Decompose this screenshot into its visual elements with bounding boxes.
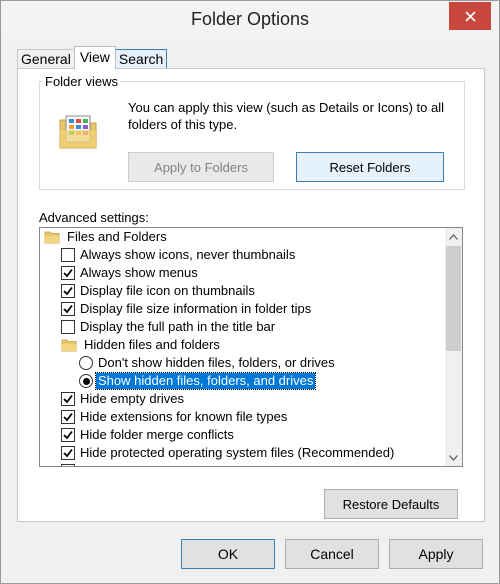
view-tab-panel: Folder views You can apply this view (su… — [17, 68, 485, 522]
vertical-scrollbar[interactable] — [445, 228, 462, 466]
checkbox[interactable] — [61, 428, 75, 442]
folder-icon — [44, 231, 60, 244]
tree-folder-item: Files and Folders — [44, 228, 169, 246]
ok-button[interactable]: OK — [181, 539, 275, 569]
checkbox[interactable] — [61, 410, 75, 424]
radio-button[interactable] — [79, 374, 93, 388]
checkbox[interactable] — [61, 446, 75, 460]
checkbox[interactable] — [61, 392, 75, 406]
tree-item-label: Hide empty drives — [80, 391, 185, 406]
tab-general[interactable]: General — [17, 49, 75, 69]
check-icon — [63, 448, 73, 458]
advanced-settings-list[interactable]: Files and Folders Always show icons, neve… — [39, 227, 463, 467]
tree-checkbox-item[interactable]: Display the full path in the title bar — [61, 318, 277, 336]
folder-views-description: You can apply this view (such as Details… — [128, 100, 445, 132]
tree-radio-item[interactable]: Show hidden files, folders, and drives — [79, 372, 317, 390]
tree-item-label: Always show icons, never thumbnails — [80, 247, 296, 262]
tree-item-label: Hide extensions for known file types — [80, 409, 288, 424]
checkbox[interactable] — [61, 320, 75, 334]
check-icon — [63, 412, 73, 422]
tree-checkbox-item[interactable]: Display file size information in folder … — [61, 300, 313, 318]
tree-item-label: Hidden files and folders — [84, 337, 220, 352]
tree-checkbox-item[interactable]: Display file icon on thumbnails — [61, 282, 257, 300]
tree-item-label: Don't show hidden files, folders, or dri… — [98, 355, 335, 370]
check-icon — [63, 430, 73, 440]
folder-views-group: Folder views You can apply this view (su… — [39, 74, 465, 190]
folder-views-legend: Folder views — [43, 74, 120, 89]
folder-icon — [61, 339, 77, 352]
radio-dot-icon — [82, 377, 90, 385]
folder-views-icon — [59, 115, 97, 149]
checkbox[interactable] — [61, 266, 75, 280]
tree-item-label: Show hidden files, folders, and drives — [94, 372, 317, 390]
apply-to-folders-button[interactable]: Apply to Folders — [128, 152, 274, 182]
tree-checkbox-item[interactable] — [61, 462, 82, 466]
check-icon — [63, 394, 73, 404]
checkbox[interactable] — [61, 248, 75, 262]
close-button[interactable] — [449, 2, 491, 30]
chevron-up-icon — [449, 233, 458, 240]
tree-item-label: Hide protected operating system files (R… — [80, 445, 395, 460]
check-icon — [63, 268, 73, 278]
tab-view[interactable]: View — [73, 46, 116, 69]
tree-item-label: Display the full path in the title bar — [80, 319, 276, 334]
tab-strip: General View Search — [17, 46, 168, 69]
tree-item-label: Display file size information in folder … — [80, 301, 312, 316]
tree-checkbox-item[interactable]: Hide empty drives — [61, 390, 186, 408]
tab-search[interactable]: Search — [114, 49, 168, 69]
check-icon — [63, 286, 73, 296]
chevron-down-icon — [449, 454, 458, 461]
apply-button[interactable]: Apply — [389, 539, 483, 569]
tree-item-label: Always show menus — [80, 265, 198, 280]
scrollbar-thumb[interactable] — [446, 246, 461, 351]
tree-checkbox-item[interactable]: Hide extensions for known file types — [61, 408, 289, 426]
tree-checkbox-item[interactable]: Always show icons, never thumbnails — [61, 246, 297, 264]
tree-checkbox-item[interactable]: Always show menus — [61, 264, 200, 282]
window-title: Folder Options — [190, 9, 310, 29]
check-icon — [63, 304, 73, 314]
tree-item-label: Hide folder merge conflicts — [80, 427, 234, 442]
cancel-button[interactable]: Cancel — [285, 539, 379, 569]
tree-checkbox-item[interactable]: Hide folder merge conflicts — [61, 426, 236, 444]
reset-folders-button[interactable]: Reset Folders — [296, 152, 444, 182]
advanced-settings-label: Advanced settings: — [39, 210, 149, 225]
checkbox[interactable] — [61, 284, 75, 298]
tree-radio-item[interactable]: Don't show hidden files, folders, or dri… — [79, 354, 337, 372]
folder-options-window: Folder Options General View Search Folde… — [0, 0, 500, 584]
tree-checkbox-item[interactable]: Hide protected operating system files (R… — [61, 444, 396, 462]
checkbox[interactable] — [61, 464, 75, 466]
restore-defaults-button[interactable]: Restore Defaults — [324, 489, 458, 519]
tree-folder-item: Hidden files and folders — [61, 336, 222, 354]
radio-button[interactable] — [79, 356, 93, 370]
tree-item-label: Files and Folders — [67, 229, 167, 244]
scroll-up-button[interactable] — [445, 228, 462, 245]
tree-item-label: Display file icon on thumbnails — [80, 283, 255, 298]
title-bar[interactable]: Folder Options — [1, 1, 499, 39]
scroll-down-button[interactable] — [445, 449, 462, 466]
close-icon — [464, 10, 476, 22]
checkbox[interactable] — [61, 302, 75, 316]
